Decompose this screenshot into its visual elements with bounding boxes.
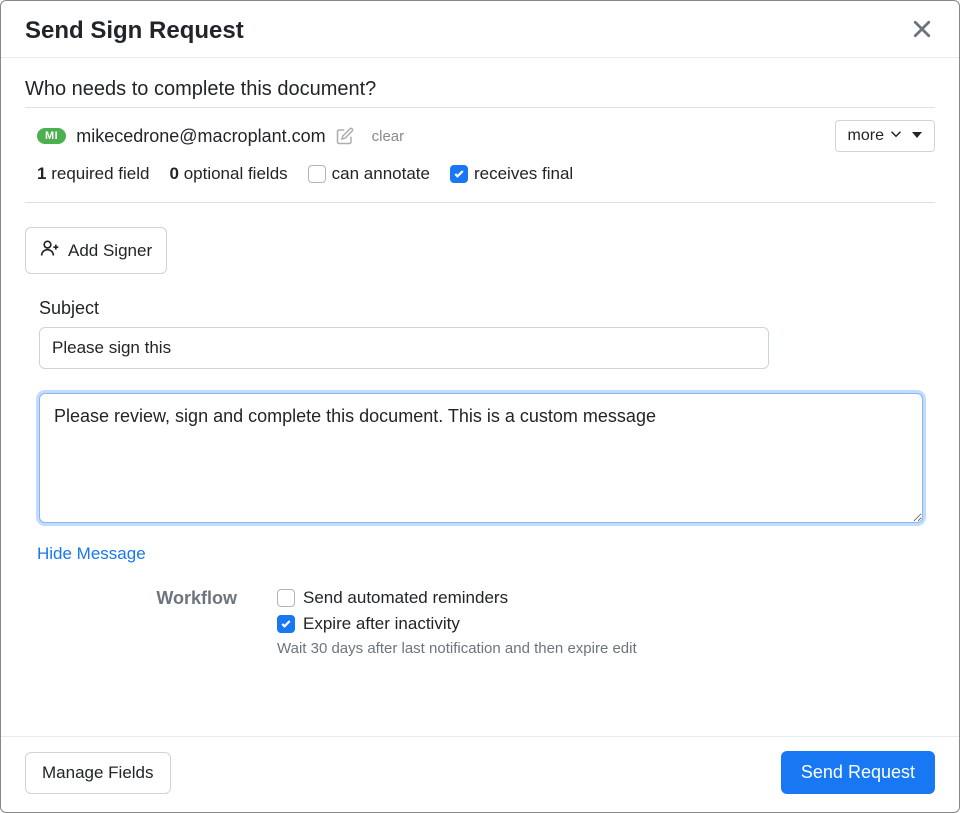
expire-note: Wait 30 days after last notification and…	[277, 640, 637, 657]
required-fields: 1 required field	[37, 164, 149, 184]
can-annotate-label: can annotate	[332, 164, 430, 184]
checkbox-checked-icon	[450, 165, 468, 183]
person-add-icon	[40, 238, 60, 263]
checkbox-unchecked-icon	[277, 589, 295, 607]
add-signer-label: Add Signer	[68, 241, 152, 261]
caret-down-icon	[912, 127, 922, 145]
optional-label: optional fields	[184, 164, 288, 183]
clear-signer-link[interactable]: clear	[372, 128, 405, 145]
workflow-options: Send automated reminders Expire after in…	[277, 588, 637, 657]
signer-identity: MI mikecedrone@macroplant.com clear	[37, 126, 404, 147]
subject-label: Subject	[39, 298, 935, 319]
modal-footer: Manage Fields Send Request	[1, 736, 959, 812]
optional-count: 0	[169, 164, 178, 183]
close-icon	[913, 17, 931, 44]
signer-email: mikecedrone@macroplant.com	[76, 126, 325, 147]
signer-fields-row: 1 required field 0 optional fields can a…	[25, 160, 935, 203]
recipients-heading: Who needs to complete this document?	[25, 78, 935, 108]
subject-input[interactable]	[39, 327, 769, 369]
edit-signer-icon[interactable]	[336, 127, 354, 145]
manage-fields-button[interactable]: Manage Fields	[25, 752, 171, 794]
hide-message-link[interactable]: Hide Message	[37, 544, 146, 564]
modal-header: Send Sign Request	[1, 1, 959, 58]
workflow-label: Workflow	[37, 588, 237, 609]
modal-body: Who needs to complete this document? MI …	[1, 58, 959, 736]
signer-initials-badge: MI	[37, 128, 66, 144]
more-button-label: more	[848, 127, 884, 145]
chevron-down-icon	[890, 127, 902, 145]
signer-row: MI mikecedrone@macroplant.com clear more	[25, 108, 935, 160]
send-sign-request-modal: Send Sign Request Who needs to complete …	[0, 0, 960, 813]
add-signer-button[interactable]: Add Signer	[25, 227, 167, 274]
reminders-label: Send automated reminders	[303, 588, 508, 608]
optional-fields: 0 optional fields	[169, 164, 287, 184]
workflow-section: Workflow Send automated reminders Expire…	[37, 588, 935, 657]
send-request-button[interactable]: Send Request	[781, 751, 935, 794]
expire-checkbox[interactable]: Expire after inactivity	[277, 614, 637, 634]
message-textarea[interactable]	[39, 393, 923, 523]
modal-title: Send Sign Request	[25, 17, 244, 45]
checkbox-unchecked-icon	[308, 165, 326, 183]
receives-final-label: receives final	[474, 164, 573, 184]
expire-label: Expire after inactivity	[303, 614, 460, 634]
subject-block: Subject	[25, 298, 935, 369]
required-count: 1	[37, 164, 46, 183]
more-button[interactable]: more	[835, 120, 935, 152]
reminders-checkbox[interactable]: Send automated reminders	[277, 588, 637, 608]
required-label: required field	[51, 164, 149, 183]
checkbox-checked-icon	[277, 615, 295, 633]
can-annotate-checkbox[interactable]: can annotate	[308, 164, 430, 184]
close-button[interactable]	[909, 17, 935, 45]
receives-final-checkbox[interactable]: receives final	[450, 164, 573, 184]
